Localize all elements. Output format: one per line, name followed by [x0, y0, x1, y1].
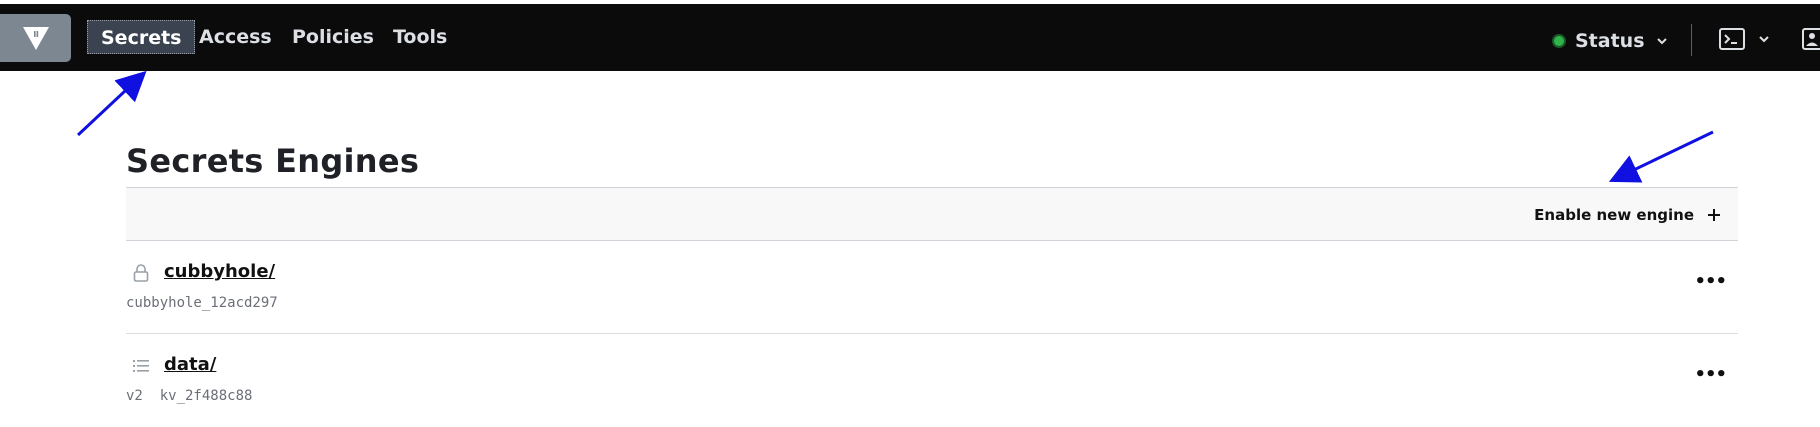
status-menu[interactable]: Status: [1552, 26, 1669, 56]
status-label: Status: [1575, 30, 1645, 52]
nav-access[interactable]: Access: [186, 20, 285, 54]
chevron-down-icon: [1759, 36, 1769, 43]
engine-row-cubbyhole: cubbyhole/ cubbyhole_12acd297 •••: [126, 241, 1738, 334]
top-navbar: Secrets Access Policies Tools Status: [0, 4, 1820, 71]
nav-tools[interactable]: Tools: [380, 20, 460, 54]
user-icon: [1802, 28, 1820, 50]
terminal-icon: [1719, 28, 1745, 50]
more-options-button[interactable]: •••: [1694, 364, 1727, 385]
engine-name-link[interactable]: cubbyhole/: [164, 261, 275, 282]
engine-name-link[interactable]: data/: [164, 354, 216, 375]
vault-logo[interactable]: [0, 14, 71, 62]
nav-policies[interactable]: Policies: [279, 20, 387, 54]
nav-secrets[interactable]: Secrets: [87, 20, 196, 54]
engine-row-data: data/ v2 kv_2f488c88 •••: [126, 334, 1738, 427]
nav-divider: [1691, 24, 1692, 56]
vault-logo-icon: [22, 27, 49, 50]
status-dot-icon: [1552, 34, 1566, 48]
user-menu[interactable]: [1802, 28, 1820, 54]
lock-icon: [133, 264, 149, 282]
page-title: Secrets Engines: [126, 142, 420, 180]
enable-new-engine-label: Enable new engine: [1534, 206, 1694, 224]
chevron-down-icon: [1656, 38, 1667, 45]
list-icon: [133, 360, 149, 372]
enable-new-engine-button[interactable]: Enable new engine: [1534, 200, 1722, 230]
engines-toolbar: Enable new engine: [126, 187, 1738, 241]
plus-icon: [1708, 209, 1720, 221]
console-menu[interactable]: [1719, 28, 1771, 50]
more-options-button[interactable]: •••: [1694, 271, 1727, 292]
engine-detail: cubbyhole_12acd297: [126, 295, 278, 311]
